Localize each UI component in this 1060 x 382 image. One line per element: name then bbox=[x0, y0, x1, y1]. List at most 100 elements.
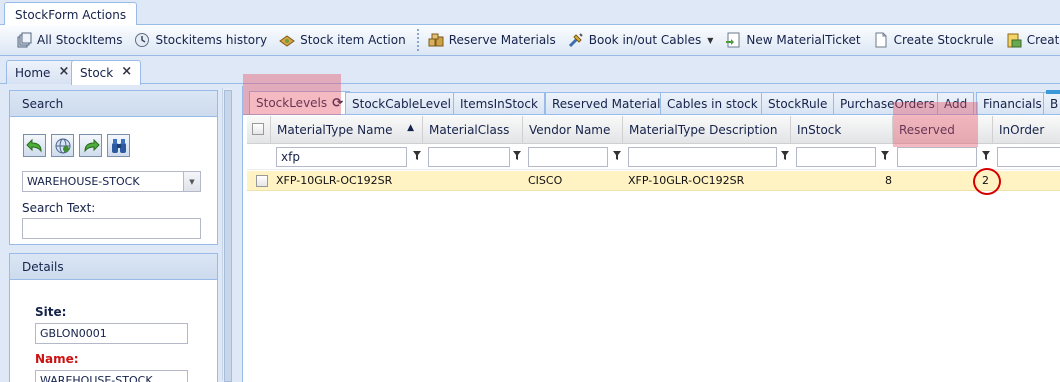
warehouse-select-value: WAREHOUSE-STOCK bbox=[27, 175, 140, 188]
column-label: InStock bbox=[797, 123, 842, 137]
history-icon bbox=[134, 32, 150, 48]
search-text-input[interactable] bbox=[22, 218, 201, 239]
tab-home-label: Home bbox=[15, 66, 51, 80]
close-icon[interactable]: × bbox=[58, 65, 69, 84]
create-new-purchase-button[interactable]: Create New Pu bbox=[1000, 28, 1060, 52]
filter-input-instock[interactable] bbox=[796, 147, 876, 167]
search-text-label: Search Text: bbox=[22, 201, 96, 215]
tab-financials[interactable]: Financials bbox=[976, 92, 1049, 114]
table-row[interactable]: XFP-10GLR-OC192SR CISCO XFP-10GLR-OC192S… bbox=[247, 171, 1060, 191]
tab-label: Reserved Material bbox=[552, 97, 661, 111]
select-all-checkbox[interactable] bbox=[252, 123, 264, 135]
globe-icon[interactable] bbox=[51, 134, 74, 157]
row-checkbox[interactable] bbox=[256, 175, 268, 187]
warehouse-select[interactable]: WAREHOUSE-STOCK ▼ bbox=[22, 171, 201, 192]
left-pane-scrollbar[interactable] bbox=[222, 88, 232, 382]
ribbon-tab-stockform-actions[interactable]: StockForm Actions bbox=[4, 2, 138, 26]
column-label: MaterialType Description bbox=[629, 123, 778, 137]
action-icon bbox=[279, 32, 296, 48]
forward-arrow-icon[interactable] bbox=[79, 134, 102, 157]
tab-b[interactable]: B bbox=[1043, 92, 1060, 114]
toolbar-separator bbox=[416, 29, 419, 51]
dropdown-arrow-icon[interactable]: ▼ bbox=[707, 36, 713, 45]
stock-item-action-label: Stock item Action bbox=[300, 33, 406, 47]
filter-icon[interactable] bbox=[613, 151, 621, 160]
search-panel: Search WAREHOUSE-STOCK ▼ Search Text: bbox=[9, 90, 218, 245]
new-materialticket-label: New MaterialTicket bbox=[746, 33, 861, 47]
column-label: Vendor Name bbox=[529, 123, 611, 137]
stockitems-history-button[interactable]: Stockitems history bbox=[128, 28, 273, 52]
column-header[interactable]: MaterialType Name ▲ bbox=[271, 116, 423, 144]
cell-materialtype-name: XFP-10GLR-OC192SR bbox=[276, 174, 393, 187]
site-field[interactable]: GBLON0001 bbox=[35, 323, 188, 344]
search-panel-title: Search bbox=[10, 91, 217, 117]
filter-icon[interactable] bbox=[781, 151, 789, 160]
column-label: MaterialType Name bbox=[277, 123, 393, 137]
tab-label: Financials bbox=[983, 97, 1042, 111]
cell-description: XFP-10GLR-OC192SR bbox=[628, 174, 745, 187]
filter-input-materialtype-name[interactable]: xfp bbox=[276, 147, 407, 167]
ribbon-toolbar: All StockItems Stockitems history Stock … bbox=[0, 25, 1060, 56]
ticket-icon bbox=[725, 32, 741, 48]
filter-icon[interactable] bbox=[413, 151, 421, 160]
tab-stock-label: Stock bbox=[80, 66, 114, 80]
cell-vendor-name: CISCO bbox=[528, 174, 563, 187]
close-icon[interactable]: × bbox=[121, 65, 132, 85]
tab-label: ItemsInStock bbox=[460, 97, 538, 111]
ribbon-tabbar: StockForm Actions bbox=[0, 0, 1060, 26]
filter-input-inorder[interactable] bbox=[997, 147, 1060, 167]
site-label: Site: bbox=[35, 305, 67, 319]
scrollbar-thumb[interactable] bbox=[224, 90, 232, 382]
filter-row: xfp bbox=[247, 144, 1060, 170]
column-label: InOrder bbox=[999, 123, 1045, 137]
column-header[interactable]: InOrder bbox=[993, 116, 1060, 144]
create-stockrule-button[interactable]: Create Stockrule bbox=[867, 28, 1000, 52]
filter-input-vendor-name[interactable] bbox=[528, 147, 608, 167]
book-in-out-cables-label: Book in/out Cables bbox=[588, 33, 702, 47]
details-panel-title: Details bbox=[10, 254, 217, 280]
stock-item-action-button[interactable]: Stock item Action bbox=[273, 28, 412, 52]
purchase-icon bbox=[1006, 32, 1022, 48]
tab-stockrule[interactable]: StockRule bbox=[761, 92, 835, 114]
tab-label: B bbox=[1050, 97, 1059, 111]
create-stockrule-label: Create Stockrule bbox=[893, 33, 994, 47]
tab-home[interactable]: Home × bbox=[6, 60, 79, 84]
cable-icon bbox=[568, 32, 584, 48]
chevron-down-icon[interactable]: ▼ bbox=[183, 172, 200, 191]
tab-stockcablelevel[interactable]: StockCableLevel bbox=[345, 92, 458, 114]
column-header[interactable]: InStock bbox=[791, 116, 893, 144]
back-arrow-icon[interactable] bbox=[23, 134, 46, 157]
reserve-materials-label: Reserve Materials bbox=[448, 33, 556, 47]
filter-icon[interactable] bbox=[982, 151, 990, 160]
all-stockitems-label: All StockItems bbox=[37, 33, 123, 47]
filter-icon[interactable] bbox=[881, 151, 889, 160]
sort-asc-icon[interactable]: ▲ bbox=[407, 123, 414, 133]
stock-main-area: StockLevels ⟳ StockCableLevel ItemsInSto… bbox=[242, 74, 1060, 382]
create-new-purchase-label: Create New Pu bbox=[1026, 33, 1060, 47]
name-label: Name: bbox=[35, 352, 79, 366]
reserve-materials-button[interactable]: Reserve Materials bbox=[422, 28, 562, 52]
reserve-icon bbox=[428, 32, 444, 48]
book-in-out-cables-button[interactable]: Book in/out Cables ▼ bbox=[562, 28, 720, 52]
highlight-reserved-value-circle bbox=[973, 168, 1001, 195]
tab-accent bbox=[1046, 90, 1060, 94]
tab-itemsinstock[interactable]: ItemsInStock bbox=[453, 92, 545, 114]
search-icon-row bbox=[23, 134, 135, 157]
binoculars-icon[interactable] bbox=[107, 134, 130, 157]
filter-input-materialclass[interactable] bbox=[428, 147, 510, 167]
all-stockitems-button[interactable]: All StockItems bbox=[10, 28, 128, 52]
name-field[interactable]: WAREHOUSE-STOCK bbox=[35, 370, 188, 382]
tab-stock[interactable]: Stock × bbox=[71, 60, 142, 85]
column-header[interactable]: MaterialType Description bbox=[623, 116, 791, 144]
tab-label: StockRule bbox=[768, 97, 828, 111]
new-materialticket-button[interactable]: New MaterialTicket bbox=[719, 28, 866, 52]
column-header[interactable]: Vendor Name bbox=[523, 116, 623, 144]
filter-icon[interactable] bbox=[513, 151, 521, 160]
tab-reserved-material[interactable]: Reserved Material bbox=[545, 92, 668, 114]
filter-input-description[interactable] bbox=[628, 147, 777, 167]
column-header[interactable]: MaterialClass bbox=[423, 116, 523, 144]
select-all-header[interactable] bbox=[247, 116, 271, 144]
filter-input-reserved[interactable] bbox=[897, 147, 977, 167]
tab-cables-in-stock[interactable]: Cables in stock bbox=[660, 92, 765, 114]
cell-instock: 8 bbox=[885, 174, 892, 187]
